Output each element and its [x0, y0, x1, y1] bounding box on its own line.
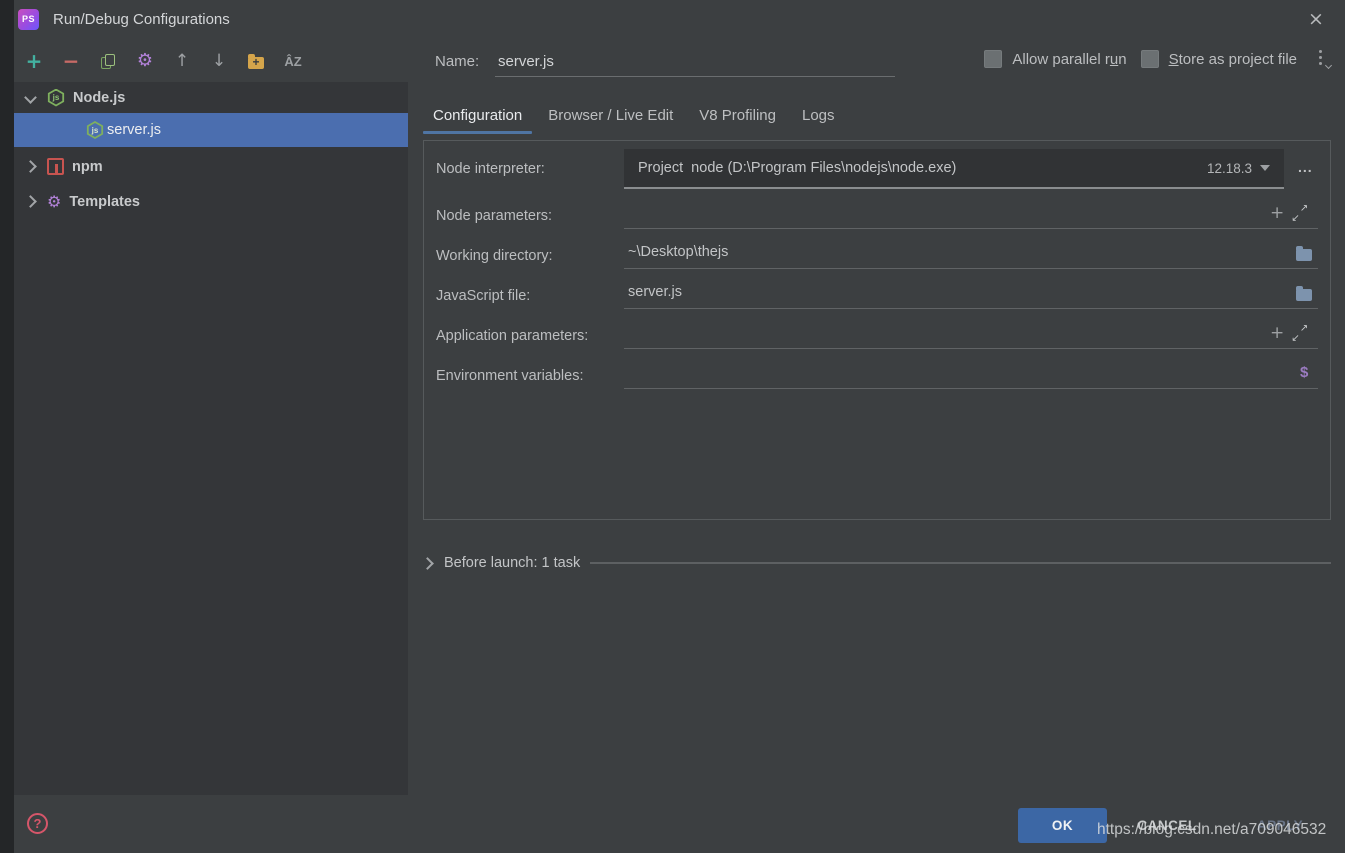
javascript-file-icons	[1296, 286, 1312, 301]
templates-gear-icon: ⚙	[47, 194, 61, 210]
before-launch-label: Before launch: 1 task	[444, 555, 580, 571]
javascript-file-label: JavaScript file:	[436, 288, 530, 304]
checkbox-icon[interactable]	[1141, 50, 1159, 68]
tree-item-server-js[interactable]: js server.js	[14, 113, 408, 147]
node-version: 12.18.3	[1207, 161, 1252, 176]
application-parameters-icons: + ↗↙	[1270, 325, 1307, 342]
logo-text: PS	[22, 14, 35, 24]
tree-item-nodejs-group[interactable]: js Node.js	[14, 82, 408, 113]
combo-arrow-icon	[1260, 165, 1270, 171]
tree-item-label: npm	[72, 159, 103, 175]
tree-item-label: Node.js	[73, 90, 125, 106]
node-interpreter-value: Project node (D:\Program Files\nodejs\no…	[624, 160, 1207, 176]
cancel-button[interactable]: CANCEL	[1122, 808, 1212, 843]
store-as-project-file-label: Store as project file	[1169, 51, 1297, 68]
configuration-form-panel: Node interpreter: Project node (D:\Progr…	[423, 140, 1331, 520]
plus-icon: +	[26, 51, 43, 71]
tab-logs[interactable]: Logs	[792, 97, 845, 134]
configurations-tree: js Node.js js server.js npm ⚙ Templates	[14, 82, 408, 795]
name-label: Name:	[435, 53, 479, 70]
more-options-kebab-icon[interactable]	[1315, 48, 1331, 70]
checkbox-icon[interactable]	[984, 50, 1002, 68]
application-parameters-input[interactable]	[624, 316, 1318, 349]
move-down-button[interactable]: ↓	[207, 49, 231, 73]
node-parameters-icons: + ↗↙	[1270, 205, 1307, 222]
environment-variables-label: Environment variables:	[436, 368, 584, 384]
help-icon[interactable]: ?	[27, 813, 48, 834]
header-options: Allow parallel run Store as project file	[984, 48, 1331, 70]
node-parameters-input[interactable]	[624, 196, 1318, 229]
tab-v8-profiling[interactable]: V8 Profiling	[689, 97, 786, 134]
chevron-right-icon[interactable]	[24, 160, 37, 173]
allow-parallel-run-label: Allow parallel run	[1012, 51, 1126, 68]
name-input[interactable]: server.js	[495, 47, 895, 77]
remove-configuration-button[interactable]: −	[59, 49, 83, 73]
working-directory-icons	[1296, 246, 1312, 261]
tab-configuration[interactable]: Configuration	[423, 97, 532, 134]
store-as-project-file-checkbox[interactable]: Store as project file	[1141, 50, 1297, 68]
add-configuration-button[interactable]: +	[22, 49, 46, 73]
separator-line	[590, 562, 1331, 564]
expand-field-icon[interactable]: ↗↙	[1292, 326, 1307, 341]
nodejs-icon: js	[86, 121, 104, 139]
environment-variables-icons: $	[1300, 364, 1308, 381]
allow-parallel-run-checkbox[interactable]: Allow parallel run	[984, 50, 1126, 68]
dialog-title: Run/Debug Configurations	[53, 11, 230, 28]
npm-icon	[47, 158, 64, 175]
interpreter-more-button[interactable]: ...	[1292, 159, 1319, 175]
chevron-down-icon	[1325, 62, 1332, 69]
dollar-icon[interactable]: $	[1300, 364, 1308, 381]
ok-button[interactable]: OK	[1018, 808, 1107, 843]
copy-configuration-button[interactable]	[96, 49, 120, 73]
config-tabs: Configuration Browser / Live Edit V8 Pro…	[423, 97, 845, 134]
tree-toolbar: + − ⚙ ↑ ↓ + ÂZ	[14, 42, 408, 80]
title-bar: PS Run/Debug Configurations ×	[14, 0, 1345, 38]
chevron-right-icon[interactable]	[421, 557, 434, 570]
name-value: server.js	[498, 53, 554, 70]
folder-plus-glyph: +	[248, 55, 264, 69]
working-directory-label: Working directory:	[436, 248, 553, 264]
expand-field-icon[interactable]: ↗↙	[1292, 206, 1307, 221]
tree-item-label: Templates	[69, 194, 140, 210]
apply-button[interactable]: APPLY	[1235, 808, 1325, 843]
new-folder-icon: +	[248, 57, 264, 69]
before-launch-section[interactable]: Before launch: 1 task	[423, 548, 1331, 578]
arrow-down-icon: ↓	[212, 53, 226, 70]
edit-defaults-button[interactable]: ⚙	[133, 49, 157, 73]
sort-configurations-button[interactable]: ÂZ	[281, 49, 305, 73]
add-macro-icon[interactable]: +	[1270, 325, 1284, 342]
gear-icon: ⚙	[137, 52, 153, 70]
node-interpreter-select[interactable]: Project node (D:\Program Files\nodejs\no…	[624, 149, 1284, 189]
arrow-up-icon: ↑	[175, 53, 189, 70]
chevron-down-icon[interactable]	[24, 91, 37, 104]
add-macro-icon[interactable]: +	[1270, 205, 1284, 222]
phpstorm-logo-icon: PS	[18, 9, 39, 30]
tree-item-templates-group[interactable]: ⚙ Templates	[14, 186, 408, 217]
tree-item-label: server.js	[107, 122, 161, 138]
environment-variables-input[interactable]	[624, 356, 1318, 389]
move-up-button[interactable]: ↑	[170, 49, 194, 73]
browse-folder-icon[interactable]	[1296, 249, 1312, 261]
tab-browser-live-edit[interactable]: Browser / Live Edit	[538, 97, 683, 134]
copy-icon	[101, 54, 115, 69]
node-interpreter-label: Node interpreter:	[436, 161, 545, 177]
close-icon[interactable]: ×	[1303, 6, 1329, 32]
tree-item-npm-group[interactable]: npm	[14, 151, 408, 182]
nodejs-icon: js	[47, 89, 65, 107]
run-debug-configurations-dialog: PS Run/Debug Configurations × + − ⚙ ↑ ↓ …	[0, 0, 1345, 853]
application-parameters-label: Application parameters:	[436, 328, 588, 344]
chevron-right-icon[interactable]	[24, 195, 37, 208]
node-parameters-label: Node parameters:	[436, 208, 552, 224]
create-folder-button[interactable]: +	[244, 49, 268, 73]
sort-az-icon: ÂZ	[284, 54, 301, 69]
minus-icon: −	[63, 51, 80, 71]
window-edge-strip	[0, 0, 14, 853]
browse-folder-icon[interactable]	[1296, 289, 1312, 301]
working-directory-input[interactable]: ~\Desktop\thejs	[624, 236, 1318, 269]
javascript-file-input[interactable]: server.js	[624, 276, 1318, 309]
